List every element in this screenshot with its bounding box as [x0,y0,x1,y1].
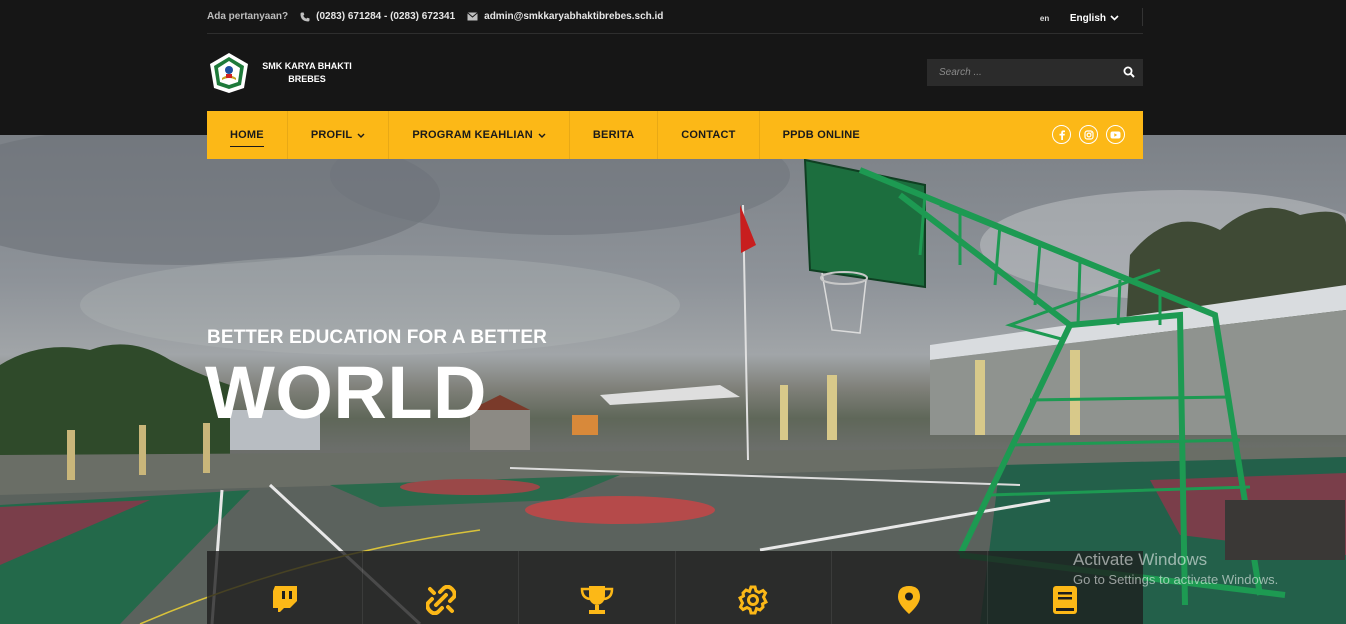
link-broken-icon [425,585,456,615]
nav-contact-label: CONTACT [681,129,736,141]
nav-ppdb-online[interactable]: PPDB ONLINE [760,111,883,159]
search-icon[interactable] [1123,66,1135,78]
phone-contact[interactable]: (0283) 671284 - (0283) 672341 [300,11,455,22]
nav-berita-label: BERITA [592,129,635,141]
nav-contact[interactable]: CONTACT [658,111,760,159]
school-name-line2: BREBES [288,74,326,84]
youtube-icon[interactable] [1106,125,1125,144]
feature-item[interactable] [832,551,988,624]
language-switcher[interactable]: en English [1040,9,1125,27]
gear-icon [738,585,769,615]
email-contact[interactable]: admin@smkkaryabhaktibrebes.sch.id [467,11,663,22]
nav-program-keahlian[interactable]: PROGRAM KEAHLIAN [389,111,570,159]
nav-program-label: PROGRAM KEAHLIAN [412,129,533,141]
feature-item[interactable] [207,551,364,624]
windows-activation-watermark: Activate Windows Go to Settings to activ… [1073,550,1278,587]
chevron-down-icon [538,133,546,138]
hero-headline: WORLD [205,351,487,434]
search-input[interactable] [927,67,1107,78]
social-links [1044,125,1125,144]
phone-text: (0283) 671284 - (0283) 672341 [316,11,456,22]
hero-tagline: BETTER EDUCATION FOR A BETTER [207,327,547,348]
chevron-down-icon [1110,15,1119,21]
language-flag: en [1039,13,1050,23]
nav-ppdb-label: PPDB ONLINE [782,129,860,141]
feature-item[interactable] [363,551,520,624]
trophy-icon [580,586,614,614]
divider [1142,8,1143,26]
map-marker-icon [898,586,921,614]
phone-icon [300,12,310,21]
email-text: admin@smkkaryabhaktibrebes.sch.id [484,11,664,22]
question-label: Ada pertanyaan? [207,11,289,22]
nav-profil-label: PROFIL [310,129,353,141]
school-crest-icon [210,53,248,93]
book-icon [1053,586,1078,614]
nav-home[interactable]: HOME [207,111,288,159]
facebook-icon[interactable] [1052,125,1071,144]
school-logo[interactable]: SMK KARYA BHAKTI BREBES [208,52,356,94]
main-nav: HOME PROFIL PROGRAM KEAHLIAN BERITA CONT… [207,111,1143,159]
feature-item[interactable] [519,551,676,624]
twitch-icon [272,586,297,612]
nav-home-label: HOME [230,129,264,141]
nav-profil[interactable]: PROFIL [288,111,390,159]
instagram-icon[interactable] [1079,125,1098,144]
top-bar: Ada pertanyaan? (0283) 671284 - (0283) 6… [207,0,1143,34]
watermark-title: Activate Windows [1073,550,1208,569]
chevron-down-icon [357,133,365,138]
language-label: English [1069,12,1106,24]
feature-strip [207,551,1143,624]
nav-berita[interactable]: BERITA [570,111,659,159]
school-name-line1: SMK KARYA BHAKTI [262,61,352,71]
feature-item[interactable] [676,551,832,624]
search-box [927,59,1143,86]
envelope-icon [467,12,478,21]
watermark-subtitle: Go to Settings to activate Windows. [1073,572,1279,587]
school-name: SMK KARYA BHAKTI BREBES [258,60,356,86]
